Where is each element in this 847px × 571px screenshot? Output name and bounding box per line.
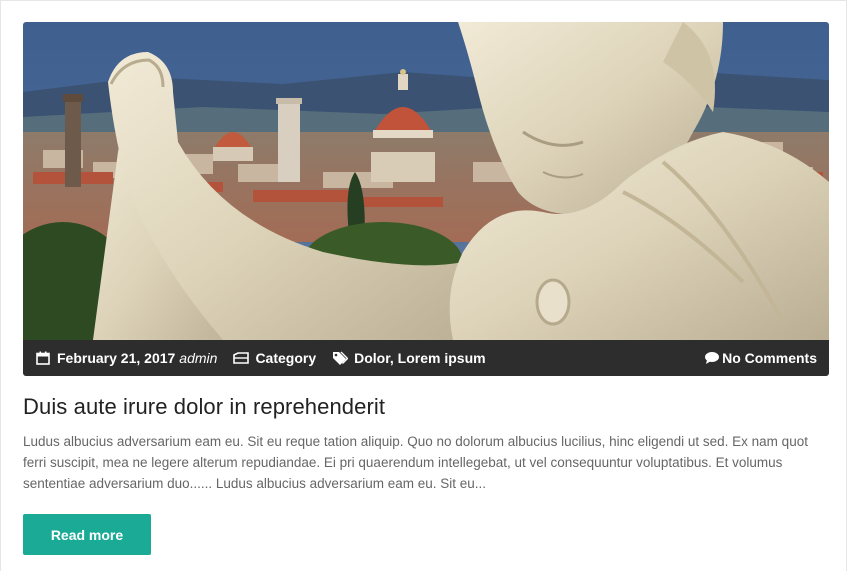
post-date: February 21, 2017 admin xyxy=(35,350,217,366)
post-tags: Dolor, Lorem ipsum xyxy=(332,350,486,366)
post-comments: No Comments xyxy=(704,350,817,366)
read-more-button[interactable]: Read more xyxy=(23,514,151,555)
comment-icon xyxy=(704,350,720,366)
featured-photo xyxy=(23,22,829,340)
category-link[interactable]: Category xyxy=(255,350,316,366)
folder-icon xyxy=(233,350,250,366)
tags-icon xyxy=(332,350,349,366)
post-title[interactable]: Duis aute irure dolor in reprehenderit xyxy=(23,394,823,420)
blog-post-card: February 21, 2017 admin Category Dolor, … xyxy=(0,0,847,571)
post-category: Category xyxy=(233,350,316,366)
date-link[interactable]: February 21, 2017 xyxy=(57,350,175,366)
featured-image[interactable]: February 21, 2017 admin Category Dolor, … xyxy=(23,22,829,376)
author-link[interactable]: admin xyxy=(179,350,217,366)
tags-link[interactable]: Dolor, Lorem ipsum xyxy=(354,350,485,366)
calendar-icon xyxy=(35,350,51,366)
comments-link[interactable]: No Comments xyxy=(722,350,817,366)
post-excerpt: Ludus albucius adversarium eam eu. Sit e… xyxy=(23,434,808,491)
post-meta-bar: February 21, 2017 admin Category Dolor, … xyxy=(23,340,829,376)
